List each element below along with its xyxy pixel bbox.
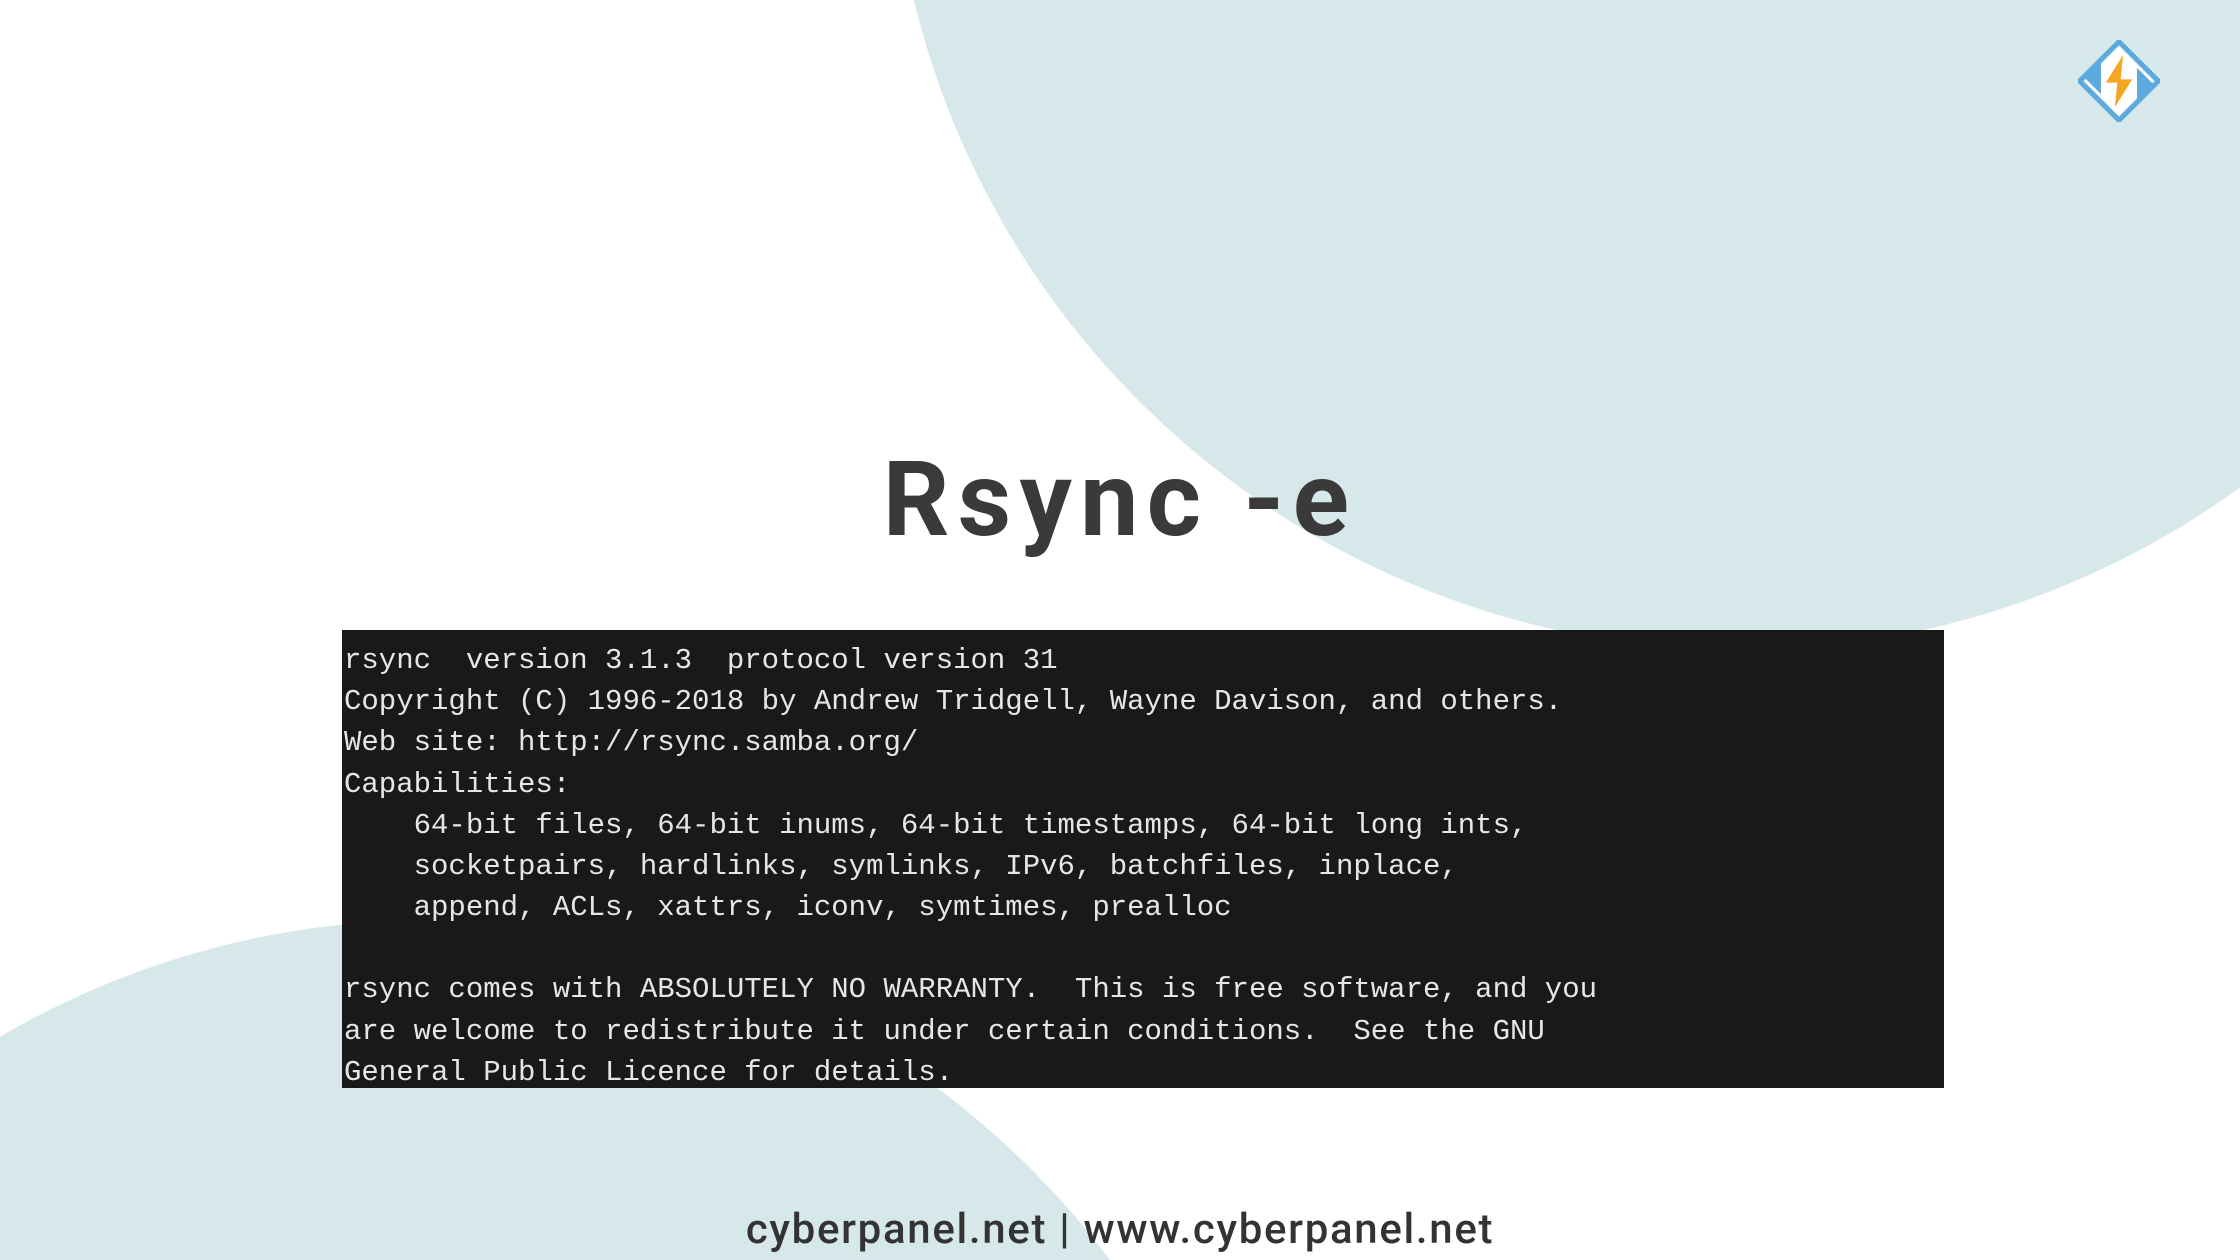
cyberpanel-logo <box>2078 40 2160 126</box>
lightning-bolt-icon <box>2078 40 2160 122</box>
terminal-output: rsync version 3.1.3 protocol version 31 … <box>342 630 1944 1088</box>
terminal-text: rsync version 3.1.3 protocol version 31 … <box>344 640 1942 1088</box>
footer-text: cyberpanel.net | www.cyberpanel.net <box>746 1205 1494 1254</box>
page-title: Rsync -e <box>883 440 1357 561</box>
